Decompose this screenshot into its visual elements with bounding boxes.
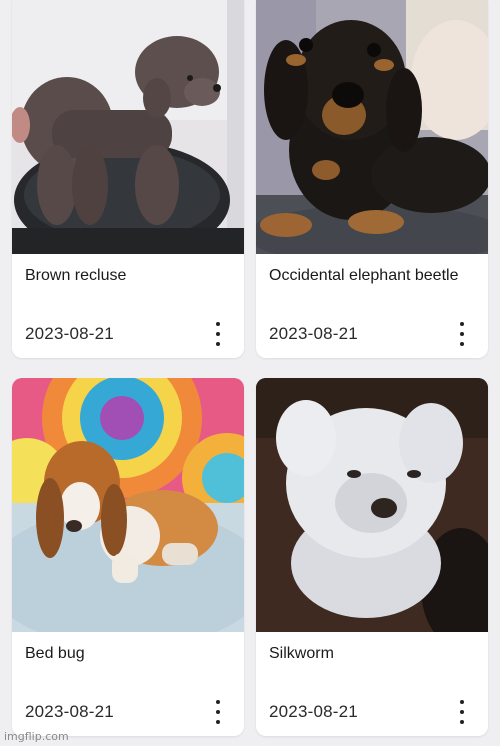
card-title: Brown recluse [25, 267, 127, 284]
more-options-icon[interactable] [452, 322, 472, 346]
card-title: Silkworm [269, 645, 334, 662]
photo-card[interactable]: Brown recluse 2023-08-21 [12, 0, 244, 358]
card-thumbnail[interactable] [256, 0, 488, 254]
photo-card[interactable]: Bed bug 2023-08-21 [12, 378, 244, 736]
card-date: 2023-08-21 [25, 324, 114, 343]
card-date: 2023-08-21 [269, 324, 358, 343]
card-title: Occidental elephant beetle [269, 267, 459, 284]
more-options-icon[interactable] [452, 700, 472, 724]
card-thumbnail[interactable] [256, 378, 488, 632]
photo-grid: Brown recluse 2023-08-21 Occidental elep… [0, 0, 500, 746]
more-options-icon[interactable] [208, 322, 228, 346]
brown-poodle-image [12, 0, 244, 254]
imgflip-watermark: imgflip.com [4, 730, 69, 743]
card-date: 2023-08-21 [269, 702, 358, 721]
card-thumbnail[interactable] [12, 0, 244, 254]
card-date: 2023-08-21 [25, 702, 114, 721]
more-options-icon[interactable] [208, 700, 228, 724]
photo-card[interactable]: Silkworm 2023-08-21 [256, 378, 488, 736]
photo-card[interactable]: Occidental elephant beetle 2023-08-21 [256, 0, 488, 358]
card-title: Bed bug [25, 645, 85, 662]
basset-hound-puppy-image [12, 378, 244, 632]
card-thumbnail[interactable] [12, 378, 244, 632]
white-fluffy-dog-image [256, 378, 488, 632]
dachshund-puppy-image [256, 0, 488, 254]
